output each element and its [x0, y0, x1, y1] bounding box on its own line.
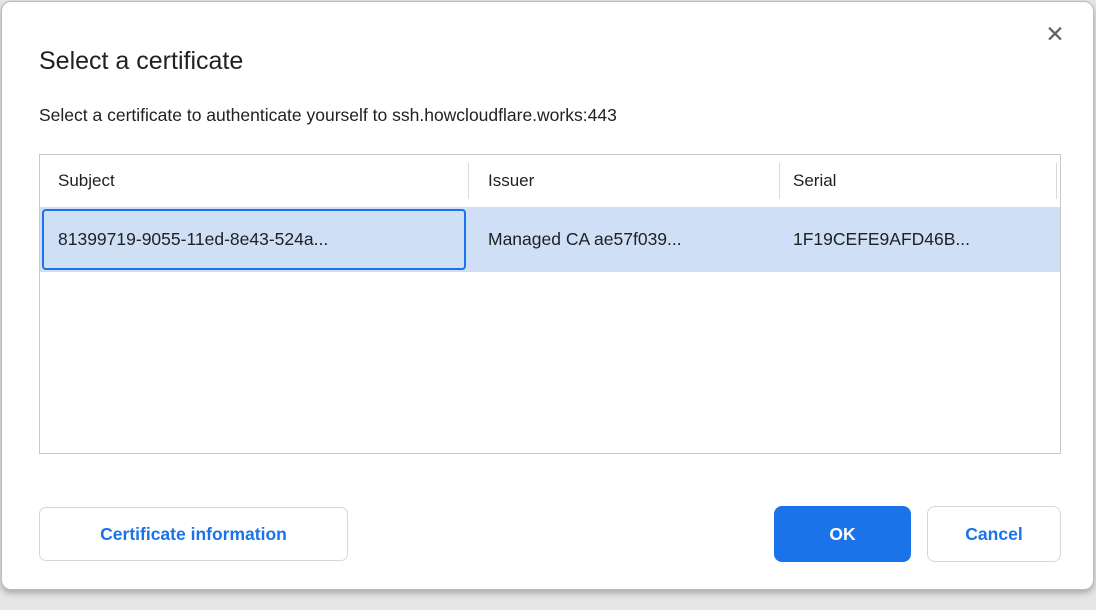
dialog-title: Select a certificate — [39, 47, 243, 76]
cancel-button[interactable]: Cancel — [927, 506, 1061, 562]
cell-serial: 1F19CEFE9AFD46B... — [793, 207, 970, 272]
ok-button[interactable]: OK — [774, 506, 911, 562]
cell-issuer: Managed CA ae57f039... — [488, 207, 682, 272]
column-header-issuer: Issuer — [488, 155, 534, 207]
column-divider — [779, 163, 780, 199]
table-header: Subject Issuer Serial — [40, 155, 1060, 207]
column-header-subject: Subject — [58, 155, 115, 207]
close-icon: ✕ — [1045, 21, 1064, 47]
certificate-row[interactable]: 81399719-9055-11ed-8e43-524a... Managed … — [40, 207, 1060, 272]
certificate-information-button[interactable]: Certificate information — [39, 507, 348, 561]
certificate-table: Subject Issuer Serial 81399719-9055-11ed… — [39, 154, 1061, 454]
dialog-subtitle: Select a certificate to authenticate you… — [39, 105, 617, 126]
close-button[interactable]: ✕ — [1039, 18, 1071, 50]
column-divider — [468, 163, 469, 199]
cell-subject: 81399719-9055-11ed-8e43-524a... — [58, 207, 328, 272]
certificate-dialog: ✕ Select a certificate Select a certific… — [1, 1, 1094, 590]
column-header-serial: Serial — [793, 155, 836, 207]
column-divider — [1056, 163, 1057, 199]
